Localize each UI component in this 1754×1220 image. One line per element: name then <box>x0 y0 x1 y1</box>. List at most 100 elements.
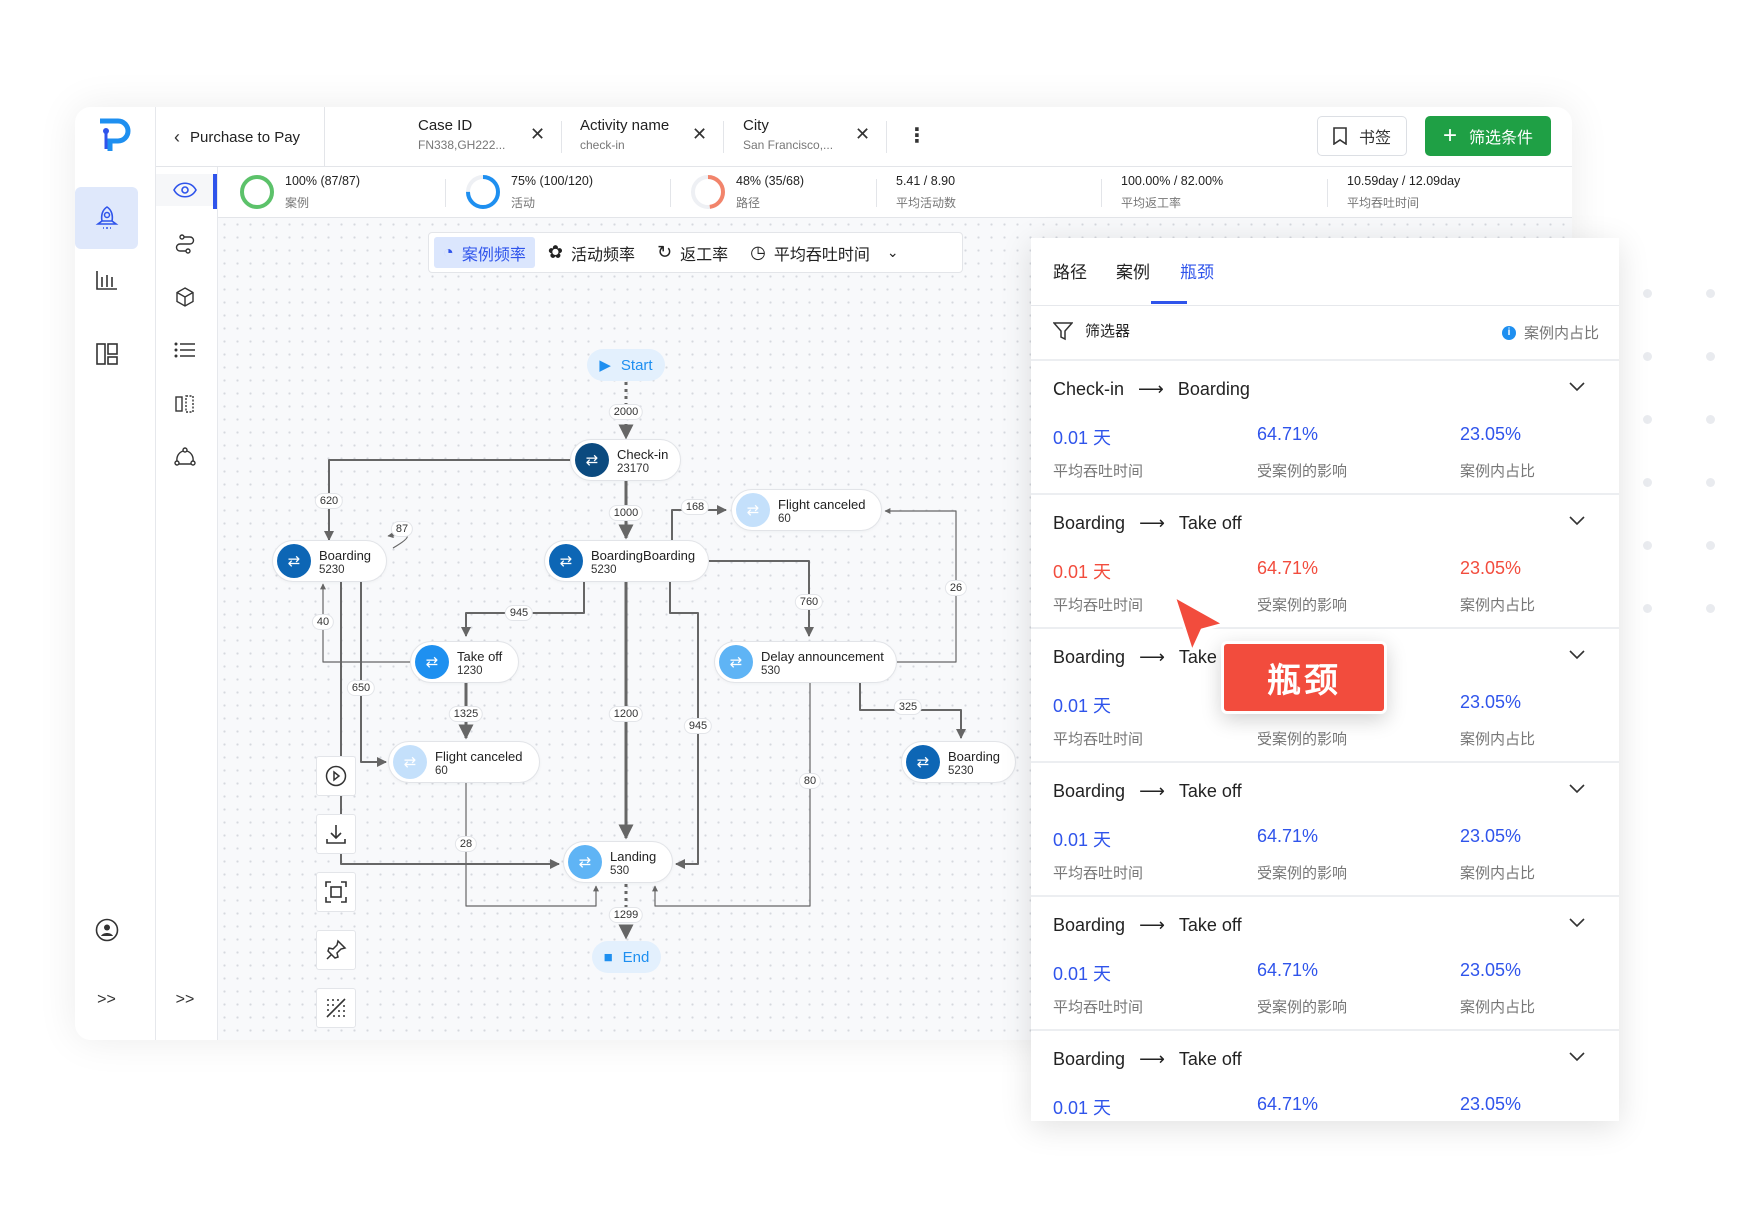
filter-title: City <box>743 117 769 134</box>
node-count: 60 <box>435 764 448 777</box>
node-label: Landing <box>610 848 657 864</box>
node-count: 60 <box>778 512 791 525</box>
edge-path[interactable] <box>340 582 560 869</box>
bookmark-button[interactable]: 书签 <box>1317 116 1407 156</box>
from-activity: Boarding <box>1053 513 1126 533</box>
filter-chip[interactable]: Activity name check-in <box>580 117 710 152</box>
chevron-down-icon[interactable] <box>1569 379 1585 397</box>
to-activity: Take off <box>1178 513 1242 533</box>
metric-value: 64.71% <box>1257 960 1319 980</box>
bottleneck-item[interactable]: Boarding⟶Take off0.01 天平均吞吐时间64.71%受案例的影… <box>1031 493 1619 627</box>
close-icon[interactable]: ✕ <box>530 124 545 145</box>
from-activity: Boarding <box>1053 647 1126 667</box>
chevron-down-icon[interactable] <box>1569 647 1585 665</box>
activity-node[interactable]: ⇄ BoardingBoarding 5230 <box>544 540 709 582</box>
cube-nav[interactable] <box>156 282 214 312</box>
activity-node[interactable]: ⇄ Flight canceled 60 <box>731 489 882 531</box>
stat-value: 10.59day / 12.09day <box>1347 173 1461 188</box>
user-profile-button[interactable] <box>75 910 138 950</box>
metric-label: 案例内占比 <box>1460 999 1536 1016</box>
info-icon: i <box>1501 325 1516 340</box>
stat-value: 5.41 / 8.90 <box>896 173 956 188</box>
analytics-nav[interactable] <box>75 255 138 305</box>
panel-tab[interactable]: 案例 <box>1116 258 1150 283</box>
list-icon <box>174 342 195 358</box>
dashboard-nav[interactable] <box>75 329 138 379</box>
node-count: 23170 <box>617 462 649 475</box>
chevron-down-icon[interactable] <box>1569 513 1585 531</box>
decorative-dot <box>1643 289 1652 298</box>
activity-icon: ⇄ <box>906 745 940 779</box>
transition-title: Boarding ⟶ Take off <box>1053 781 1242 802</box>
close-icon[interactable]: ✕ <box>692 124 707 145</box>
activity-node[interactable]: ⇄ Flight canceled 60 <box>388 741 540 783</box>
activity-node[interactable]: ⇄ Boarding 5230 <box>901 741 1016 783</box>
compare-nav[interactable] <box>156 389 214 419</box>
edge-path[interactable] <box>360 582 387 767</box>
activity-node[interactable]: ⇄ Check-in 23170 <box>570 439 681 481</box>
edge-label: 945 <box>683 718 713 734</box>
network-nav[interactable] <box>156 442 214 472</box>
chevron-down-icon[interactable] <box>1569 781 1585 799</box>
filter-button[interactable]: 筛选器 <box>1053 320 1130 341</box>
play-button[interactable] <box>316 756 356 796</box>
edge-path[interactable] <box>652 683 811 907</box>
back-button[interactable]: ‹ Purchase to Pay <box>174 127 300 148</box>
close-icon[interactable]: ✕ <box>855 124 870 145</box>
activity-node[interactable]: ⇄ Take off 1230 <box>410 641 519 683</box>
transition-title: Boarding ⟶ Take off <box>1053 1049 1242 1070</box>
transition-title: Boarding ⟶ Take off <box>1053 513 1242 534</box>
bottleneck-item[interactable]: Boarding⟶Take off0.01 天平均吞吐时间64.71%受案例的影… <box>1031 761 1619 895</box>
chevron-down-icon[interactable] <box>1569 915 1585 933</box>
download-button[interactable] <box>316 814 356 854</box>
activity-node[interactable]: ⇄ Delay announcement 530 <box>714 641 897 683</box>
info-label: 案例内占比 <box>1523 325 1599 342</box>
panel-tab[interactable]: 瓶颈 <box>1180 258 1214 283</box>
chevron-down-icon[interactable] <box>1569 1049 1585 1067</box>
decorative-dot <box>1643 541 1652 550</box>
edge-path[interactable] <box>324 459 570 541</box>
more-options-icon[interactable]: ⋮ <box>907 123 927 148</box>
list-nav[interactable] <box>156 335 214 365</box>
arrow-right-icon: ⟶ <box>1138 379 1164 399</box>
divider <box>445 179 446 207</box>
edge-path[interactable] <box>320 583 410 663</box>
end-node[interactable]: ■ End <box>592 941 661 973</box>
activity-icon: ⇄ <box>568 845 602 879</box>
arrow-right-icon: ⟶ <box>1139 781 1165 801</box>
edge-path[interactable] <box>709 560 814 637</box>
grid-toggle-button[interactable] <box>316 988 356 1028</box>
activity-node[interactable]: ⇄ Boarding 5230 <box>272 540 387 582</box>
panel-tab[interactable]: 路径 <box>1053 258 1087 283</box>
view-nav-eye[interactable] <box>156 174 214 206</box>
path-nav[interactable] <box>156 229 214 259</box>
decorative-dot <box>1643 604 1652 613</box>
process-mining-nav[interactable] <box>75 187 138 249</box>
metric-label: 平均吞吐时间 <box>1053 597 1144 614</box>
activity-node[interactable]: ⇄ Landing 530 <box>563 841 673 883</box>
bottleneck-item[interactable]: Boarding⟶Take off0.01 天平均吞吐时间64.71%受案例的影… <box>1031 895 1619 1029</box>
bottleneck-item[interactable]: Check-in ⟶ Boarding 0.01 天平均吞吐时间 64.71% 受案例的影… <box>1031 359 1619 493</box>
expand-secondary-button[interactable]: >> <box>156 985 214 1015</box>
node-label: Flight canceled <box>778 496 866 512</box>
metric-value: 0.01 天 <box>1053 830 1112 850</box>
filter-chip[interactable]: Case ID FN338,GH222... <box>418 117 548 152</box>
progress-ring <box>466 175 500 209</box>
stat-value: 100.00% / 82.00% <box>1121 173 1224 188</box>
from-activity: Boarding <box>1053 915 1126 935</box>
bottleneck-item[interactable]: Boarding⟶Take off0.01 天平均吞吐时间64.71%受案例的影… <box>1031 1029 1619 1121</box>
filter-chip[interactable]: City San Francisco,... <box>743 117 873 152</box>
fit-view-button[interactable] <box>316 872 356 912</box>
double-chevron-right-icon: >> <box>97 991 116 1008</box>
stat-item: 100.00% / 82.00% 平均返工率 <box>1121 172 1223 212</box>
expand-sidebar-button[interactable]: >> <box>75 985 138 1015</box>
metric-label: 受案例的影响 <box>1257 463 1348 480</box>
add-filter-button[interactable]: + 筛选条件 <box>1425 116 1551 156</box>
divider <box>1101 179 1102 207</box>
node-count: 1230 <box>457 664 483 677</box>
start-node[interactable]: ▶ Start <box>587 349 665 381</box>
node-count: 5230 <box>948 764 974 777</box>
arrow-right-icon: ⟶ <box>1139 1049 1165 1069</box>
decorative-dot <box>1706 478 1715 487</box>
pin-button[interactable] <box>316 930 356 970</box>
